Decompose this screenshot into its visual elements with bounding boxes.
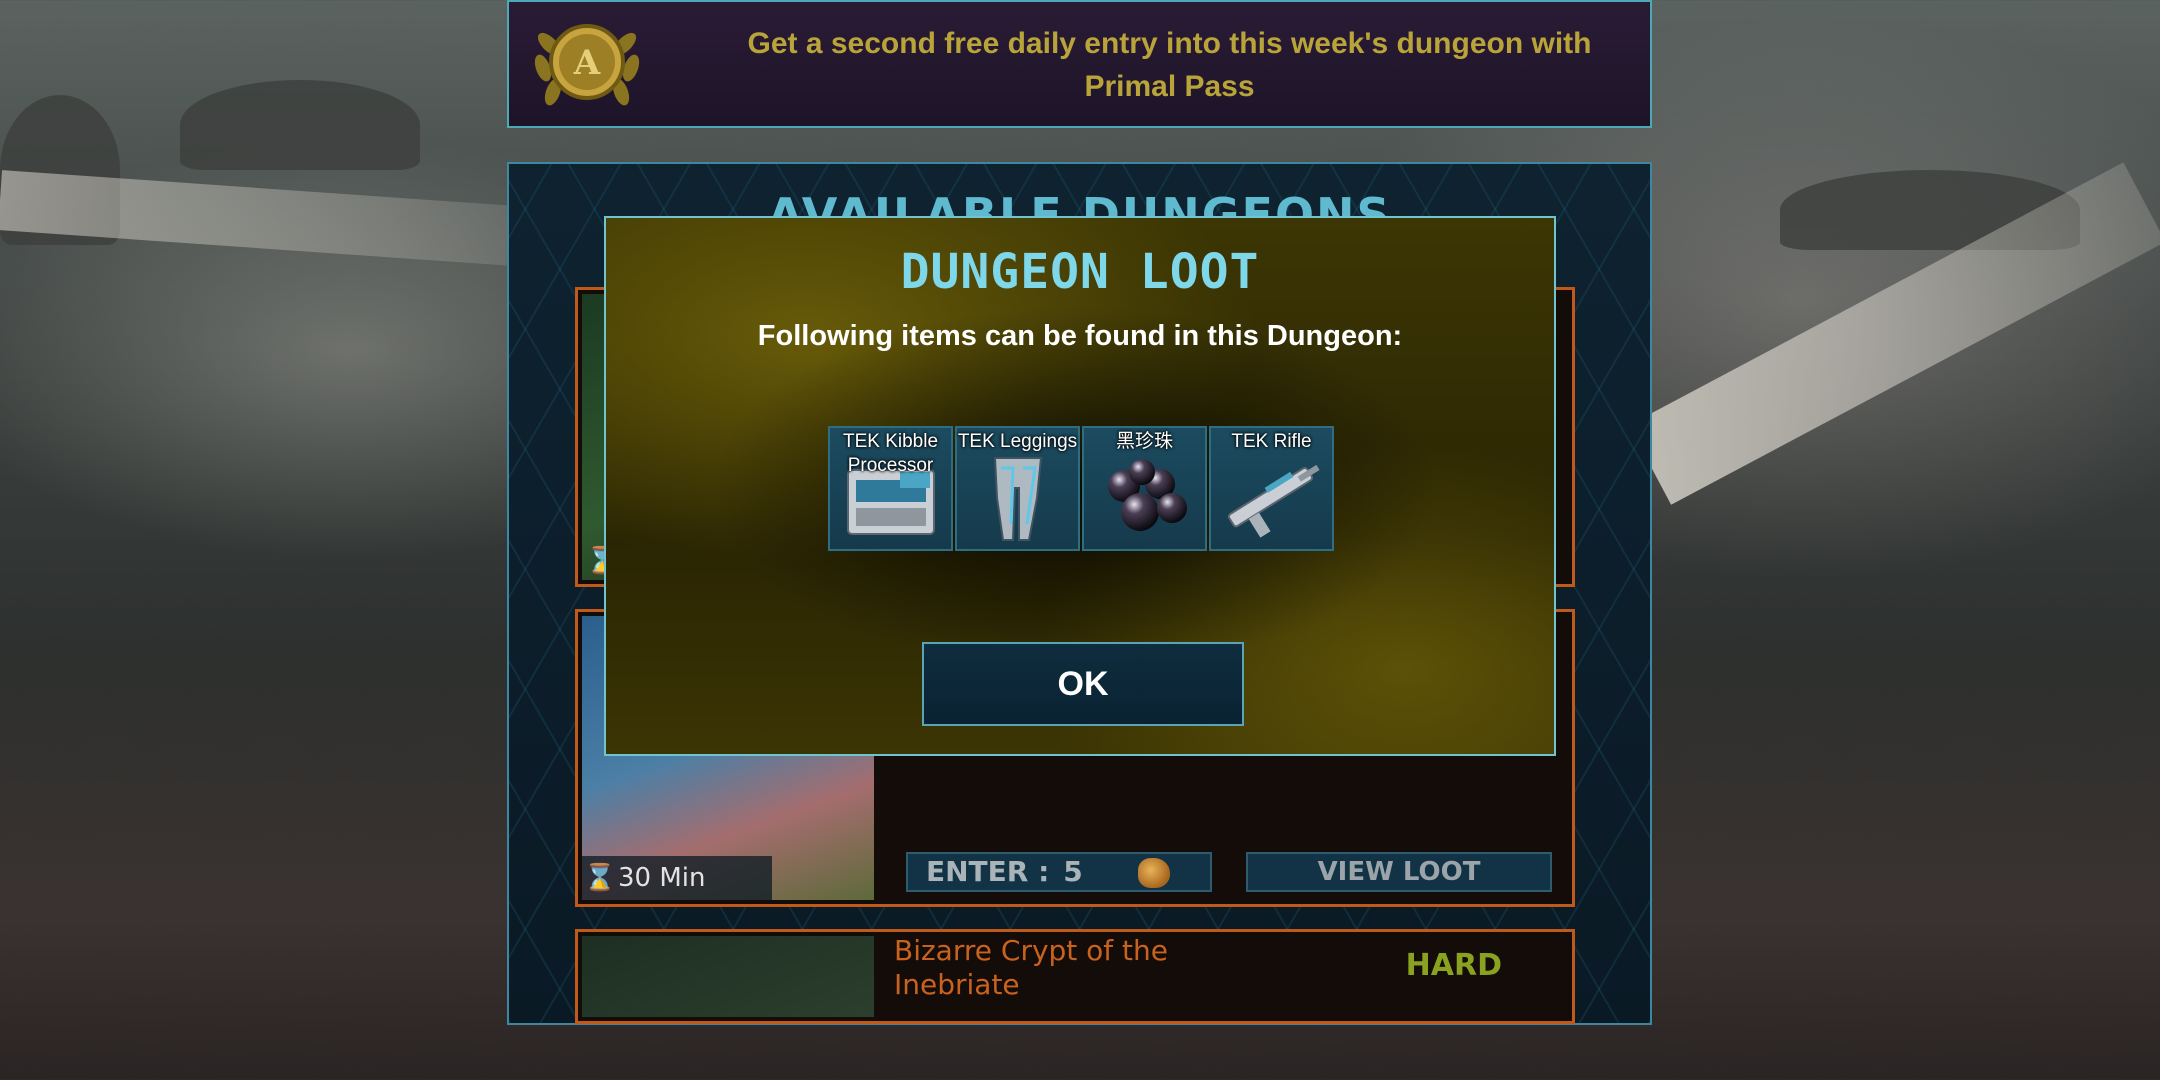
- loot-list: TEK Kibble Processor TEK Leggings 黑珍珠 TE…: [828, 426, 1334, 551]
- duration-badge: ⌛30 Min: [582, 856, 772, 900]
- dialog-title: DUNGEON LOOT: [900, 244, 1260, 300]
- duration-text: 30 Min: [618, 863, 706, 893]
- view-loot-button[interactable]: VIEW LOOT: [1246, 852, 1552, 892]
- hourglass-icon: ⌛: [583, 863, 617, 893]
- dungeon-card[interactable]: Bizarre Crypt of the Inebriate HARD: [575, 929, 1575, 1024]
- primal-pass-medal-icon: A: [529, 8, 645, 124]
- primal-pass-banner[interactable]: A Get a second free daily entry into thi…: [507, 0, 1652, 128]
- enter-button[interactable]: ENTER : 5: [906, 852, 1212, 892]
- loot-item-name: TEK Leggings: [957, 431, 1078, 452]
- loot-item-name: TEK Kibble Processor: [842, 431, 939, 476]
- dungeon-name: Bizarre Crypt of the Inebriate: [894, 934, 1169, 1001]
- difficulty-badge: HARD: [1405, 948, 1502, 983]
- banner-text: Get a second free daily entry into this …: [747, 27, 1592, 103]
- medal-letter: A: [573, 43, 601, 83]
- loot-item-name: TEK Rifle: [1231, 431, 1312, 452]
- enter-cost: 5: [1063, 855, 1083, 888]
- enter-label: ENTER :: [926, 855, 1050, 888]
- loot-item[interactable]: TEK Leggings: [955, 426, 1080, 551]
- loot-item[interactable]: TEK Kibble Processor: [828, 426, 953, 551]
- dialog-subtitle: Following items can be found in this Dun…: [757, 320, 1403, 352]
- loot-item[interactable]: 黑珍珠: [1082, 426, 1207, 551]
- loot-item-name: 黑珍珠: [1115, 431, 1173, 452]
- dungeon-image: [582, 936, 874, 1017]
- dungeon-loot-dialog: DUNGEON LOOT Following items can be foun…: [604, 216, 1556, 756]
- loot-item[interactable]: TEK Rifle: [1209, 426, 1334, 551]
- ok-button[interactable]: OK: [922, 642, 1244, 726]
- amber-ore-icon: [1138, 858, 1170, 888]
